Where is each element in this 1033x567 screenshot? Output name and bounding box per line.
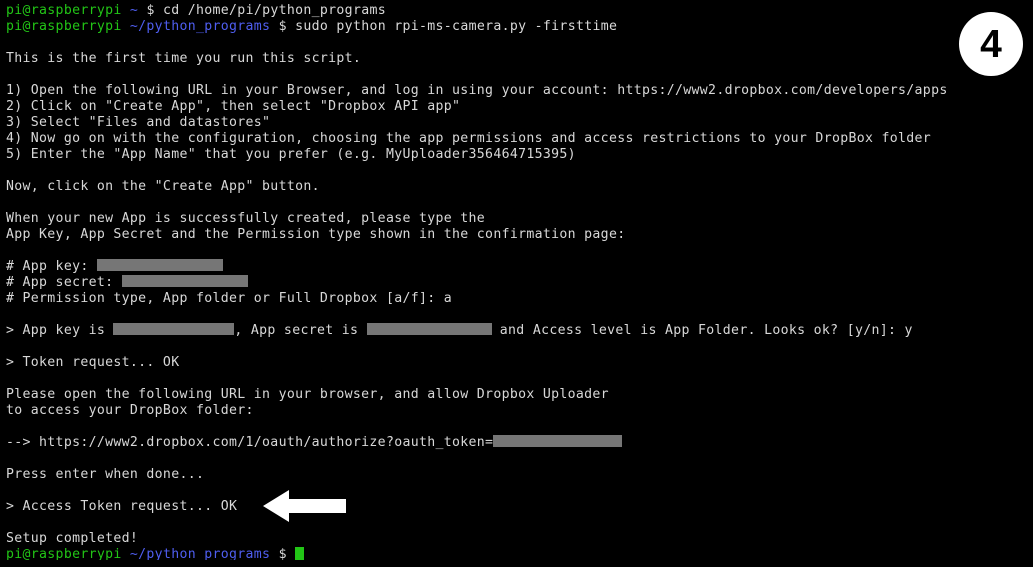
prompt-path: ~	[129, 3, 139, 18]
summary-app-key-redaction	[113, 323, 235, 335]
auth-url-text: --> https://www2.dropbox.com/1/oauth/aut…	[6, 435, 494, 450]
terminal-line-step-2: 2) Click on "Create App", then select "D…	[6, 99, 461, 114]
app-key-redaction	[96, 259, 223, 271]
terminal-line-command-run: pi@raspberrypi ~/python_programs $ sudo …	[6, 19, 1033, 35]
summary-middle: , App secret is	[234, 323, 367, 338]
prompt-symbol: $	[146, 3, 155, 18]
terminal-line-browser-1: Please open the following URL in your br…	[6, 387, 609, 402]
app-key-label: # App key:	[6, 259, 97, 274]
command-run-script: sudo python rpi-ms-camera.py -firsttime	[295, 19, 618, 34]
step-number-badge: 4	[959, 12, 1023, 76]
terminal-cursor	[295, 546, 305, 560]
prompt-user: pi@raspberrypi	[6, 3, 122, 18]
app-secret-label: # App secret:	[6, 275, 122, 290]
prompt-symbol: $	[278, 19, 287, 34]
terminal-line-summary-confirm: > App key is , App secret is and Access …	[6, 323, 1033, 339]
terminal-screenshot: pi@raspberrypi ~ $ cd /home/pi/python_pr…	[0, 0, 1033, 567]
terminal-line-step-5: 5) Enter the "App Name" that you prefer …	[6, 147, 576, 162]
terminal-line-app-key: # App key:	[6, 259, 1033, 275]
terminal-line-confirm-2: App Key, App Secret and the Permission t…	[6, 227, 626, 242]
terminal-line-token-request: > Token request... OK	[6, 355, 180, 370]
terminal-line-intro: This is the first time you run this scri…	[6, 51, 362, 66]
terminal-line-browser-2: to access your DropBox folder:	[6, 403, 254, 418]
terminal-line-app-secret: # App secret:	[6, 275, 1033, 291]
prompt-user: pi@raspberrypi	[6, 19, 122, 34]
summary-prefix: > App key is	[6, 323, 114, 338]
summary-suffix: and Access level is App Folder. Looks ok…	[491, 323, 913, 338]
terminal-line-permission-type: # Permission type, App folder or Full Dr…	[6, 291, 453, 306]
terminal-line-create-app: Now, click on the "Create App" button.	[6, 179, 320, 194]
terminal-line-access-token: > Access Token request... OK	[6, 499, 238, 514]
terminal-line-command-cd: pi@raspberrypi ~ $ cd /home/pi/python_pr…	[6, 3, 1033, 19]
bottom-border	[0, 560, 1033, 567]
terminal-line-auth-url: --> https://www2.dropbox.com/1/oauth/aut…	[6, 435, 1033, 451]
command-cd: cd /home/pi/python_programs	[162, 3, 386, 18]
prompt-path: ~/python_programs	[129, 19, 271, 34]
terminal-line-step-4: 4) Now go on with the configuration, cho…	[6, 131, 932, 146]
terminal-line-step-1: 1) Open the following URL in your Browse…	[6, 83, 948, 98]
terminal-line-confirm-1: When your new App is successfully create…	[6, 211, 486, 226]
terminal-output-area[interactable]: pi@raspberrypi ~ $ cd /home/pi/python_pr…	[0, 0, 1033, 562]
terminal-line-press-enter: Press enter when done...	[6, 467, 205, 482]
summary-app-secret-redaction	[366, 323, 492, 335]
terminal-line-step-3: 3) Select "Files and datastores"	[6, 115, 271, 130]
oauth-token-redaction	[493, 435, 623, 447]
annotation-arrow-left-icon	[263, 489, 346, 523]
terminal-line-setup-completed: Setup completed!	[6, 531, 139, 546]
app-secret-redaction	[121, 275, 248, 287]
